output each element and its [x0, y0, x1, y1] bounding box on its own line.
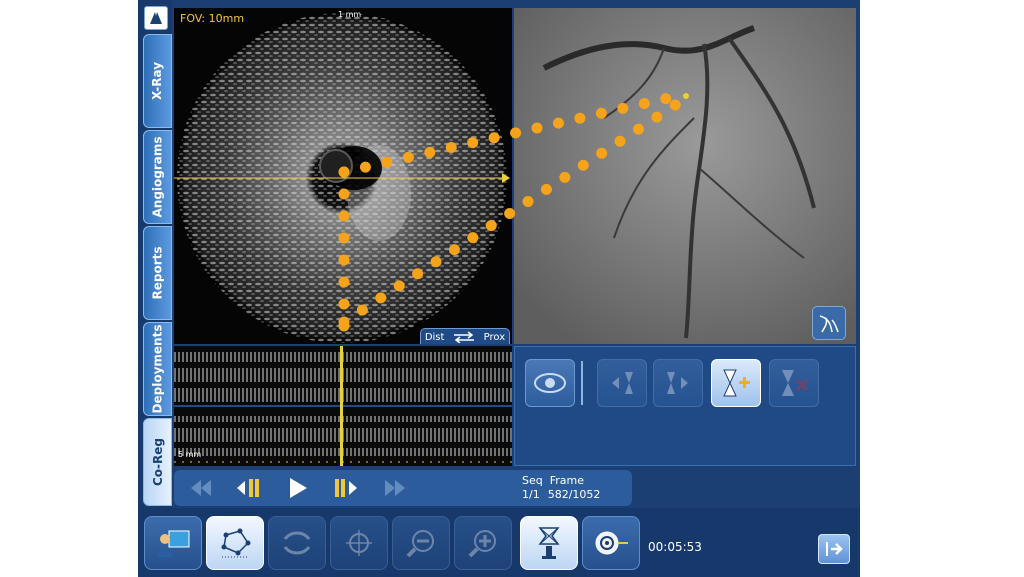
ivus-cross-section[interactable]: FOV: 10mm 1 mm Dist Prox [174, 8, 512, 344]
step-back-button[interactable] [232, 472, 264, 504]
add-mark-button[interactable] [711, 359, 761, 407]
exit-icon [826, 542, 843, 556]
sequence-frame-readout: Seq Frame 1/1 582/1052 [522, 474, 608, 502]
sidebar: X-Ray Angiograms Reports Deployments Co-… [138, 0, 172, 508]
last-frame-icon [385, 480, 405, 496]
prev-mark-button[interactable] [597, 359, 647, 407]
angiogram-image [514, 8, 856, 344]
zoom-out-icon [406, 530, 434, 558]
swap-arrows-icon [454, 331, 475, 343]
eye-icon [534, 373, 566, 393]
tab-coreg[interactable]: Co-Reg [143, 418, 172, 506]
angiogram-view[interactable] [514, 8, 856, 344]
frame-label: Frame [549, 474, 585, 487]
last-frame-button[interactable] [380, 472, 412, 504]
dist-prox-toggle[interactable]: Dist Prox [420, 328, 510, 344]
scale-5mm-label: 5 mm [178, 450, 202, 459]
next-mark-icon [667, 372, 688, 394]
tab-deployments[interactable]: Deployments [143, 322, 172, 416]
first-frame-button[interactable] [184, 472, 216, 504]
play-icon [290, 478, 307, 498]
step-back-icon [237, 479, 259, 497]
elapsed-time: 00:05:53 [648, 540, 702, 554]
scale-label: 1 mm [338, 10, 362, 19]
step-forward-icon [335, 479, 357, 497]
add-mark-icon [723, 369, 750, 397]
zoom-out-button[interactable] [392, 516, 450, 570]
delete-mark-button[interactable] [769, 359, 819, 407]
stent-button[interactable] [520, 516, 578, 570]
zoom-in-button[interactable] [454, 516, 512, 570]
pullback-device-icon [595, 531, 628, 555]
user-monitor-icon [157, 530, 190, 557]
next-mark-button[interactable] [653, 359, 703, 407]
polygon-tool-button[interactable] [206, 516, 264, 570]
longitudinal-view[interactable]: 5 mm [174, 346, 512, 466]
step-forward-button[interactable] [330, 472, 362, 504]
bottom-toolbar: 00:05:53 [138, 508, 860, 577]
ivus-image [174, 13, 510, 343]
longitudinal-image [174, 346, 512, 466]
exit-button[interactable] [818, 534, 850, 564]
tab-angiograms[interactable]: Angiograms [143, 130, 172, 224]
stent-icon [538, 527, 560, 559]
sync-icon [283, 531, 311, 555]
app-window: X-Ray Angiograms Reports Deployments Co-… [138, 0, 860, 577]
coreg-controls [514, 346, 856, 466]
tab-reports[interactable]: Reports [143, 226, 172, 320]
dist-label: Dist [424, 331, 445, 343]
frame-value: 582/1052 [547, 488, 601, 501]
delete-mark-icon [782, 370, 809, 396]
logo-icon [144, 6, 168, 30]
play-button[interactable] [282, 472, 314, 504]
sync-button[interactable] [268, 516, 326, 570]
crosshair-icon [346, 530, 372, 556]
fov-label: FOV: 10mm [180, 12, 245, 25]
separator [581, 361, 583, 405]
pullback-device-button[interactable] [582, 516, 640, 570]
view-button[interactable] [525, 359, 575, 407]
seq-value: 1/1 [522, 488, 540, 501]
tab-xray[interactable]: X-Ray [143, 34, 172, 128]
first-frame-icon [191, 480, 211, 496]
crosshair-button[interactable] [330, 516, 388, 570]
user-monitor-button[interactable] [144, 516, 202, 570]
prev-mark-icon [612, 372, 633, 394]
zoom-in-icon [468, 530, 496, 558]
vessel-icon[interactable] [812, 306, 846, 340]
seq-label: Seq [522, 474, 543, 487]
polygon-icon [221, 528, 251, 558]
prox-label: Prox [483, 331, 506, 343]
frame-navigation: Seq Frame 1/1 582/1052 [174, 470, 632, 506]
